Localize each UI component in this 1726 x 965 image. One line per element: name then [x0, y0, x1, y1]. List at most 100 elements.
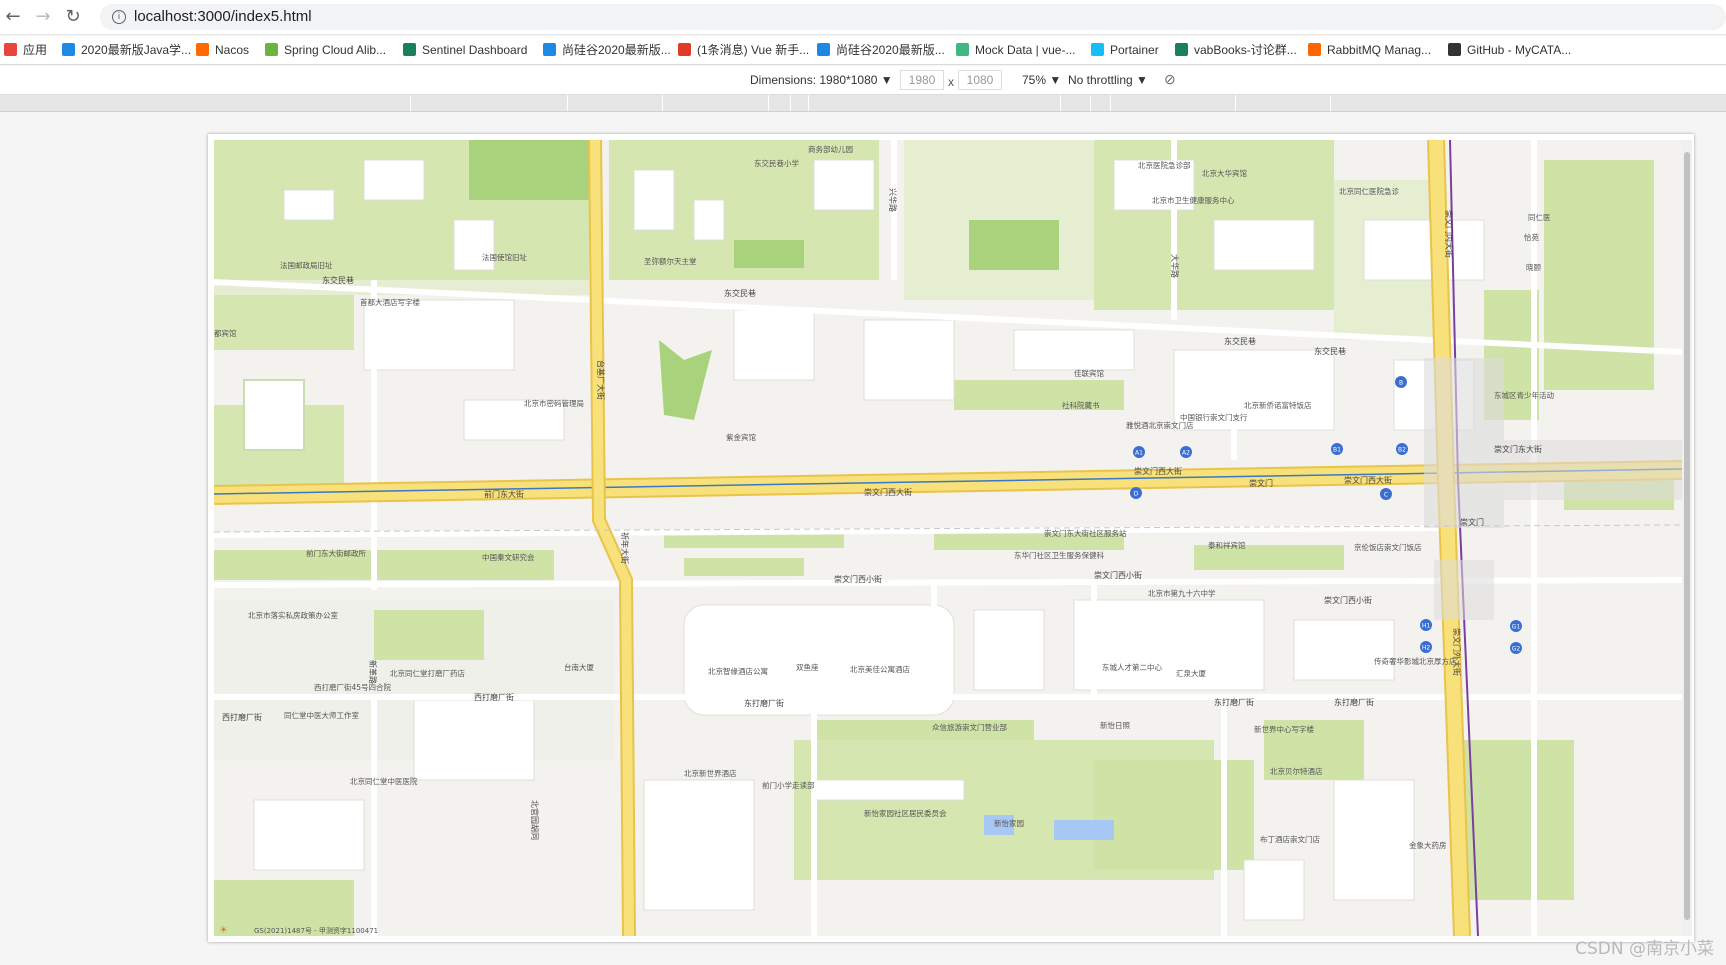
poi-label[interactable]: 布丁酒店崇文门店: [1260, 834, 1320, 844]
poi-label[interactable]: 东城人才第二中心: [1102, 662, 1162, 672]
poi-label[interactable]: 北京新侨诺富特饭店: [1244, 400, 1312, 410]
poi-label[interactable]: 西打磨厂街45号四合院: [314, 682, 392, 692]
poi-label[interactable]: 恰苑: [1524, 232, 1540, 242]
back-arrow-icon[interactable]: ←: [2, 6, 24, 28]
poi-label[interactable]: 北京市卫生健康服务中心: [1152, 195, 1235, 205]
bookmark-item[interactable]: GitHub - MyCATA...: [1448, 41, 1571, 59]
bookmark-label: Portainer: [1110, 43, 1159, 57]
width-input[interactable]: 1980: [900, 70, 944, 90]
bookmark-item[interactable]: Mock Data | vue-...: [956, 41, 1075, 59]
scrollbar-thumb[interactable]: [1684, 152, 1690, 920]
poi-label[interactable]: 新怡家园社区居民委员会: [864, 808, 947, 818]
zoom-dropdown[interactable]: 75% ▼: [1022, 73, 1061, 87]
apps-grid-icon: [4, 43, 17, 56]
poi-label[interactable]: 双鱼座: [796, 662, 819, 672]
bookmark-item[interactable]: 尚硅谷2020最新版...: [543, 41, 671, 59]
rotate-icon[interactable]: ⊘: [1164, 71, 1176, 88]
transit-badge[interactable]: D: [1130, 487, 1142, 499]
poi-label[interactable]: 传奇奢华影城北京厚方店: [1374, 656, 1457, 666]
poi-label[interactable]: 圣弥额尔天主堂: [644, 256, 697, 266]
poi-label[interactable]: 北京新世界酒店: [684, 768, 737, 778]
poi-label[interactable]: 北京美佳公寓酒店: [850, 664, 910, 674]
transit-badge[interactable]: G2: [1510, 642, 1522, 654]
bookmark-item[interactable]: (1条消息) Vue 新手...: [678, 41, 809, 59]
transit-badge[interactable]: H2: [1420, 641, 1432, 653]
transit-badge[interactable]: G1: [1510, 620, 1522, 632]
poi-label[interactable]: 中国秦文研究会: [482, 552, 535, 562]
poi-label[interactable]: 北京市落实私房政策办公室: [248, 610, 338, 620]
poi-label[interactable]: 北京市第九十六中学: [1148, 588, 1216, 598]
poi-label[interactable]: 新世界中心写字楼: [1254, 724, 1314, 734]
poi-label[interactable]: 台南大厦: [564, 662, 594, 672]
transit-badge[interactable]: H1: [1420, 619, 1432, 631]
poi-label[interactable]: 北京医院急诊部: [1138, 160, 1191, 170]
poi-label[interactable]: 京伦饭店崇文门饭店: [1354, 542, 1422, 552]
bookmark-item[interactable]: RabbitMQ Manag...: [1308, 41, 1431, 59]
forward-arrow-icon[interactable]: →: [32, 6, 54, 28]
bookmark-item[interactable]: 2020最新版Java学...: [62, 41, 191, 59]
street-map[interactable]: 东交民巷 东交民巷 东交民巷 东交民巷 台基厂大街 前门东大街 崇文门西大街 崇文门西大街 崇文…: [214, 140, 1682, 936]
bookmark-item[interactable]: Spring Cloud Alib...: [265, 41, 386, 59]
bookmark-item[interactable]: Nacos: [196, 41, 249, 59]
bookmark-item[interactable]: 尚硅谷2020最新版...: [817, 41, 945, 59]
transit-badge[interactable]: B1: [1331, 443, 1343, 455]
poi-label[interactable]: 晓颐: [1526, 262, 1542, 272]
poi-label[interactable]: 北京贝尔特酒店: [1270, 766, 1323, 776]
poi-label[interactable]: 北京大华宾馆: [1202, 168, 1247, 178]
transit-badge[interactable]: C: [1380, 488, 1392, 500]
poi-label[interactable]: 同仁医: [1528, 212, 1551, 222]
poi-label[interactable]: 佳联宾馆: [1074, 368, 1104, 378]
transit-badge[interactable]: B: [1395, 376, 1407, 388]
poi-label[interactable]: 首都大酒店写字楼: [360, 297, 420, 307]
poi-label[interactable]: 崇文门东大街社区服务站: [1044, 528, 1127, 538]
transit-badge[interactable]: A2: [1180, 446, 1192, 458]
poi-label[interactable]: 东城区青少年活动: [1494, 390, 1554, 400]
poi-label[interactable]: 汇泉大厦: [1176, 668, 1206, 678]
poi-label[interactable]: 东华门社区卫生服务保健科: [1014, 550, 1104, 560]
transit-badge[interactable]: B2: [1396, 443, 1408, 455]
poi-label[interactable]: 前门东大街邮政所: [306, 548, 366, 558]
poi-label[interactable]: 商务部幼儿园: [808, 144, 853, 154]
site-info-icon[interactable]: i: [112, 10, 126, 24]
bookmark-item[interactable]: vabBooks-讨论群...: [1175, 41, 1297, 59]
poi-label[interactable]: 北京智缘酒店公寓: [708, 666, 768, 676]
poi-label[interactable]: 紫金宾馆: [726, 432, 756, 442]
poi-label[interactable]: 北京同仁医院急诊: [1339, 186, 1399, 196]
poi-label[interactable]: 法国邮政局旧址: [280, 260, 333, 270]
vertical-scrollbar[interactable]: [1682, 140, 1692, 936]
poi-label[interactable]: 北京同仁堂中医医院: [350, 776, 418, 786]
poi-label[interactable]: 新怡家园: [994, 818, 1024, 828]
bookmark-item[interactable]: Sentinel Dashboard: [403, 41, 527, 59]
reload-icon[interactable]: ↻: [62, 6, 84, 28]
poi-label[interactable]: 北京市密码管理局: [524, 398, 584, 408]
transit-badge-label: H1: [1422, 623, 1431, 630]
device-viewport: 东交民巷 东交民巷 东交民巷 东交民巷 台基厂大街 前门东大街 崇文门西大街 崇文门西大街 崇文…: [208, 134, 1694, 942]
url-text: localhost:3000/index5.html: [134, 8, 312, 25]
poi-label[interactable]: 东交民巷小学: [754, 158, 799, 168]
media-query-ruler[interactable]: [0, 95, 1726, 112]
map-canvas[interactable]: 东交民巷东交民巷东交民巷东交民巷台基厂大街前门东大街 崇文门西大街崇文门西大街崇文…: [214, 140, 1682, 936]
address-bar[interactable]: i localhost:3000/index5.html: [100, 4, 1726, 30]
poi-label[interactable]: 金象大药房: [1409, 840, 1447, 850]
poi-label[interactable]: 中国银行崇文门支行: [1180, 412, 1248, 422]
poi-label[interactable]: 同仁堂中医大师工作室: [284, 710, 359, 720]
poi-label[interactable]: 法国使馆旧址: [482, 252, 527, 262]
throttling-dropdown[interactable]: No throttling ▼: [1068, 73, 1148, 87]
dimensions-dropdown[interactable]: Dimensions: 1980*1080 ▼: [750, 73, 893, 87]
device-toolbar: Dimensions: 1980*1080 ▼ 1980 x 1080 75% …: [0, 66, 1726, 95]
bookmark-item[interactable]: Portainer: [1091, 41, 1159, 59]
poi-label[interactable]: 前门小学走读部: [762, 780, 815, 790]
poi-label[interactable]: 泰和祥宾馆: [1208, 540, 1246, 550]
poi-label[interactable]: 众信旅游崇文门营业部: [932, 722, 1007, 732]
bookmark-item[interactable]: 应用: [4, 41, 47, 59]
transit-badge[interactable]: A1: [1133, 446, 1145, 458]
bookmarks-bar: 应用 2020最新版Java学... Nacos Spring Cloud Alib.…: [0, 36, 1726, 65]
poi-label[interactable]: 社科院藏书: [1062, 400, 1100, 410]
poi-label[interactable]: 北京同仁堂打磨厂药店: [390, 668, 465, 678]
transit-badge-label: A2: [1182, 450, 1190, 457]
poi-label[interactable]: 新怡日照: [1100, 720, 1130, 730]
poi-label[interactable]: 都宾馆: [214, 328, 237, 338]
street-label: 新革路: [368, 660, 378, 684]
street-label: 北官园胡同: [530, 800, 540, 840]
height-input[interactable]: 1080: [958, 70, 1002, 90]
